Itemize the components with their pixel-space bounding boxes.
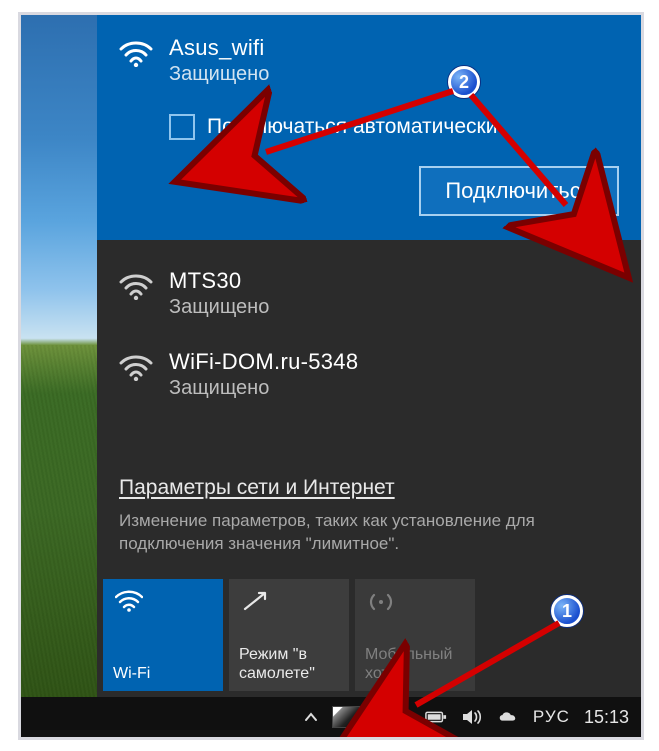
selected-network-row: Asus_wifi Защищено — [119, 35, 619, 86]
screenshot-frame: Asus_wifi Защищено Подключаться автомати… — [18, 12, 644, 740]
airplane-icon — [241, 589, 269, 613]
checkbox-box — [169, 114, 195, 140]
tile-wifi[interactable]: Wi-Fi — [103, 579, 223, 691]
network-flyout: Asus_wifi Защищено Подключаться автомати… — [97, 15, 641, 697]
network-status-asterisk: * — [374, 707, 381, 728]
desktop-wallpaper — [21, 15, 97, 703]
tile-hotspot-label: Мобильныйхот-... — [365, 646, 465, 683]
volume-tray-icon[interactable] — [461, 708, 483, 726]
selected-network-name: Asus_wifi — [169, 35, 269, 61]
network-name: MTS30 — [169, 268, 269, 294]
network-status: Защищено — [169, 377, 358, 400]
hotspot-icon — [367, 589, 395, 613]
tile-airplane-label: Режим "в самолете" — [239, 646, 339, 683]
auto-connect-checkbox[interactable]: Подключаться автоматически — [169, 114, 619, 140]
network-item[interactable]: WiFi-DOM.ru-5348 Защищено — [119, 349, 619, 400]
tile-airplane-mode[interactable]: Режим "в самолете" — [229, 579, 349, 691]
tile-wifi-label: Wi-Fi — [113, 665, 213, 683]
auto-connect-label: Подключаться автоматически — [207, 115, 497, 139]
taskbar-clock[interactable]: 15:13 — [584, 707, 629, 728]
wifi-icon — [119, 272, 153, 300]
wifi-icon — [119, 353, 153, 381]
language-indicator[interactable]: РУС — [533, 707, 570, 727]
available-networks-list: MTS30 Защищено WiFi-DOM.ru-5348 Защищено — [97, 240, 641, 440]
selected-network-status: Защищено — [169, 63, 269, 86]
network-status: Защищено — [169, 296, 269, 319]
taskbar-thumbnail[interactable] — [332, 706, 360, 728]
onedrive-tray-icon[interactable] — [497, 708, 519, 726]
settings-description: Изменение параметров, таких как установл… — [119, 510, 589, 556]
network-name: WiFi-DOM.ru-5348 — [169, 349, 358, 375]
network-settings-link[interactable]: Параметры сети и Интернет — [119, 476, 619, 500]
quick-action-tiles: Wi-Fi Режим "в самолете" Мобильныйхот-..… — [97, 569, 481, 697]
connect-button[interactable]: Подключиться — [419, 166, 619, 216]
chevron-up-icon[interactable] — [304, 710, 318, 724]
tile-mobile-hotspot[interactable]: Мобильныйхот-... — [355, 579, 475, 691]
battery-tray-icon[interactable] — [425, 708, 447, 726]
wifi-tray-icon[interactable] — [389, 708, 411, 726]
settings-section: Параметры сети и Интернет Изменение пара… — [97, 440, 641, 574]
taskbar: * РУС 15:13 — [21, 697, 641, 737]
network-item[interactable]: MTS30 Защищено — [119, 268, 619, 319]
selected-network-panel[interactable]: Asus_wifi Защищено Подключаться автомати… — [97, 15, 641, 240]
wifi-icon — [115, 589, 143, 613]
wifi-icon — [119, 39, 153, 67]
